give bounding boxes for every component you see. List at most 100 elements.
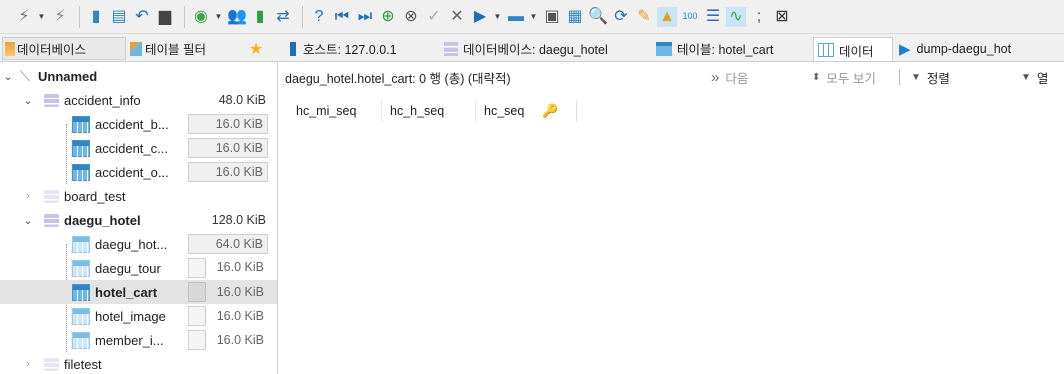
table-filter-icon	[130, 41, 142, 56]
tab-table[interactable]: 테이블: hotel_cart	[656, 37, 806, 60]
undo-icon[interactable]: ↶	[132, 7, 152, 27]
filter-button[interactable]: ▼ 열	[1021, 68, 1048, 87]
table-name: accident_o...	[95, 164, 169, 180]
table-name: daegu_hot...	[95, 236, 168, 252]
tab-favorites[interactable]: ★	[244, 37, 268, 60]
data-panel: daegu_hotel.hotel_cart: 0 행 (총) (대략적) » …	[279, 62, 1064, 374]
toolbar-separator	[79, 5, 80, 28]
refresh-icon[interactable]: ▤	[109, 7, 129, 27]
primary-key-icon: 🔑	[542, 103, 559, 118]
tab-table-filter[interactable]: 테이블 필터	[128, 37, 240, 60]
size-bar	[188, 306, 206, 326]
table-name: accident_c...	[95, 140, 168, 156]
table-size: 16.0 KiB	[188, 138, 268, 158]
grid-icon[interactable]: ▦	[565, 7, 585, 27]
broom-icon[interactable]: ✎	[634, 7, 654, 27]
chevron-down-icon[interactable]: ▼	[493, 7, 502, 27]
table-name: daegu_tour	[95, 260, 161, 276]
size-bar	[188, 258, 206, 278]
users-icon[interactable]: 👥	[227, 7, 247, 27]
tree-database[interactable]: ⌄ daegu_hotel 128.0 KiB	[0, 208, 277, 232]
tree-table[interactable]: accident_b... 16.0 KiB	[0, 112, 277, 136]
database-size: 48.0 KiB	[218, 93, 266, 107]
table-icon	[72, 331, 90, 349]
database-filter-icon	[5, 41, 15, 56]
warning-icon[interactable]: ▲	[657, 6, 677, 27]
close-box-icon[interactable]: ⊠	[772, 7, 792, 27]
next-button[interactable]: » 다음	[711, 68, 748, 87]
tree-table-selected[interactable]: hotel_cart 16.0 KiB	[0, 280, 277, 304]
tree-table[interactable]: accident_c... 16.0 KiB	[0, 136, 277, 160]
search-icon[interactable]: 🔍	[588, 7, 608, 27]
database-size: 128.0 KiB	[211, 213, 266, 227]
binary-icon[interactable]: 100	[680, 7, 700, 27]
tab-label: 데이터베이스: daegu_hotel	[463, 43, 608, 57]
tab-database-filter[interactable]: 데이터베이스	[2, 37, 126, 60]
tab-data[interactable]: 데이터	[813, 37, 893, 61]
tree-table[interactable]: daegu_hot... 64.0 KiB	[0, 232, 277, 256]
play-icon[interactable]: ▶	[470, 7, 490, 27]
plug-disconnect-icon[interactable]: ⚡	[50, 7, 70, 27]
chevron-down-icon[interactable]: ▼	[214, 7, 223, 27]
check-icon[interactable]: ✓	[424, 7, 444, 27]
show-all-button[interactable]: ⬍ 모두 보기	[812, 68, 876, 87]
print-icon[interactable]: ▆	[155, 7, 175, 27]
tree-database[interactable]: › board_test	[0, 184, 277, 208]
database-name: daegu_hotel	[64, 212, 141, 228]
chart-icon[interactable]: ∿	[726, 6, 746, 27]
database-icon	[44, 93, 59, 107]
tree-table[interactable]: member_i... 16.0 KiB	[0, 328, 277, 352]
plug-icon[interactable]: ⚡	[14, 7, 34, 27]
wrap-icon[interactable]: ☰	[703, 7, 723, 27]
tree-database[interactable]: ⌄ accident_info 48.0 KiB	[0, 88, 277, 112]
tab-host[interactable]: 호스트: 127.0.0.1	[290, 37, 436, 60]
session-label: Unnamed	[38, 68, 98, 84]
tab-database[interactable]: 데이터베이스: daegu_hotel	[444, 37, 650, 60]
table-name: hotel_cart	[95, 284, 158, 300]
database-icon	[44, 189, 59, 203]
chevron-down-icon[interactable]: ▼	[529, 7, 538, 27]
tree-session[interactable]: ⌄ ⟍ Unnamed	[0, 64, 277, 88]
table-name: accident_b...	[95, 116, 169, 132]
first-record-icon[interactable]: ⏮	[332, 7, 352, 27]
toolbar-separator	[302, 5, 303, 28]
search-refresh-icon[interactable]: ⟳	[611, 7, 631, 27]
chevron-down-icon[interactable]: ⌄	[2, 70, 14, 83]
table-icon	[72, 163, 90, 181]
power-icon[interactable]: ◉	[191, 7, 211, 27]
column-header[interactable]: hc_mi_seq	[288, 100, 382, 122]
folder-icon[interactable]: ▬	[506, 7, 526, 27]
semicolon-icon[interactable]: ;	[749, 7, 769, 27]
funnel-icon: ▼	[1021, 71, 1031, 83]
delete-record-icon[interactable]: ⊗	[401, 7, 421, 27]
table-size: 64.0 KiB	[188, 234, 268, 254]
tab-label: 테이블 필터	[145, 43, 206, 57]
chevron-down-icon[interactable]: ▼	[37, 7, 46, 27]
tab-label: 데이터	[839, 44, 874, 59]
database-active-icon	[44, 213, 59, 227]
table-size: 16.0 KiB	[216, 333, 264, 347]
tree-table[interactable]: accident_o... 16.0 KiB	[0, 160, 277, 184]
sort-button[interactable]: ▼ 정렬	[911, 68, 950, 87]
double-chevron-right-icon: »	[711, 68, 720, 86]
chevron-right-icon[interactable]: ›	[22, 358, 34, 370]
tree-table[interactable]: daegu_tour 16.0 KiB	[0, 256, 277, 280]
help-icon[interactable]: ?	[309, 7, 329, 27]
cancel-icon[interactable]: ✕	[447, 7, 467, 27]
chevron-down-icon[interactable]: ⌄	[22, 214, 34, 227]
tree-table[interactable]: hotel_image 16.0 KiB	[0, 304, 277, 328]
table-icon	[72, 283, 90, 301]
database-icon[interactable]: ▮	[86, 7, 106, 27]
table-size: 16.0 KiB	[188, 162, 268, 182]
add-record-icon[interactable]: ⊕	[378, 7, 398, 27]
database-green-icon[interactable]: ▮	[250, 7, 270, 27]
merge-icon[interactable]: ⇄	[273, 7, 293, 27]
chevron-down-icon[interactable]: ⌄	[22, 94, 34, 107]
tree-database[interactable]: › filetest	[0, 352, 277, 374]
save-icon[interactable]: ▣	[542, 7, 562, 27]
last-record-icon[interactable]: ⏭	[355, 7, 375, 27]
column-header[interactable]: hc_h_seq	[382, 100, 476, 122]
chevron-right-icon[interactable]: ›	[22, 190, 34, 202]
table-icon	[72, 139, 90, 157]
tab-query[interactable]: ▶ dump-daegu_hot	[899, 37, 1064, 60]
